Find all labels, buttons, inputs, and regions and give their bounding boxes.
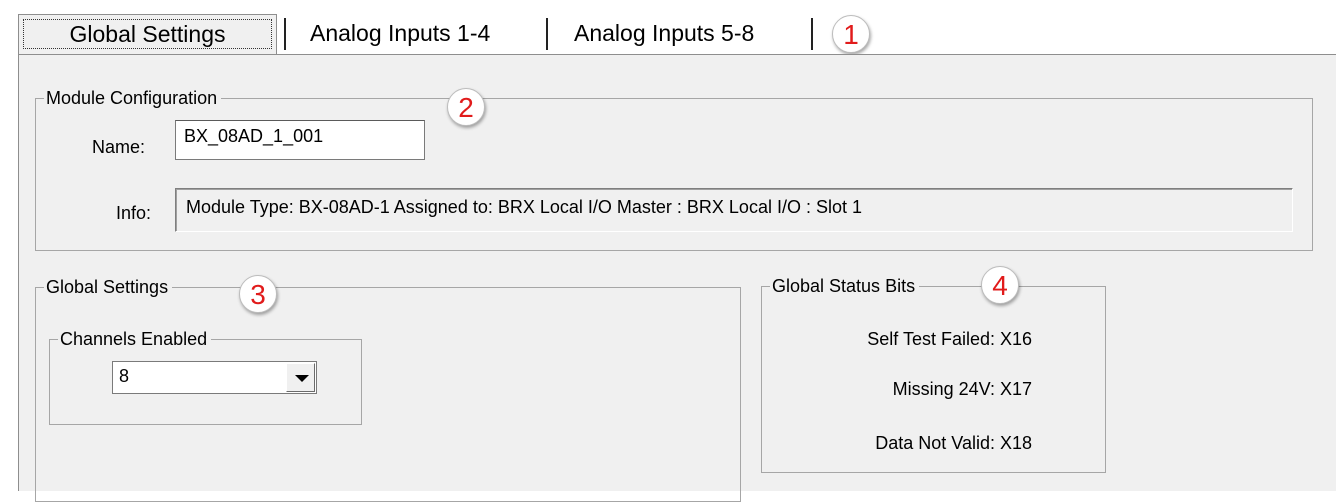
module-configuration-title: Module Configuration <box>44 87 222 109</box>
callout-1: 1 <box>832 15 870 53</box>
callout-2: 2 <box>447 88 485 126</box>
self-test-failed-label: Self Test Failed: <box>867 329 995 349</box>
data-not-valid-label: Data Not Valid: <box>875 433 995 453</box>
tab-separator <box>284 18 286 50</box>
module-configuration-group: Module Configuration Name: BX_08AD_1_001… <box>35 87 1313 251</box>
global-status-bits-title: Global Status Bits <box>770 275 920 297</box>
global-settings-title: Global Settings <box>44 276 173 298</box>
self-test-failed-value: X16 <box>1000 329 1033 349</box>
global-status-bits-group: Global Status Bits Self Test Failed: X16… <box>761 275 1106 473</box>
tab-analog-inputs-5-8[interactable]: Analog Inputs 5-8 <box>562 14 812 54</box>
channels-enabled-title: Channels Enabled <box>58 328 212 350</box>
info-label: Info: <box>116 203 152 223</box>
callout-3: 3 <box>239 275 277 313</box>
tab-separator <box>546 18 548 50</box>
tab-global-settings[interactable]: Global Settings <box>18 14 277 54</box>
info-field: Module Type: BX-08AD-1 Assigned to: BRX … <box>175 188 1293 232</box>
tab-analog-inputs-1-4[interactable]: Analog Inputs 1-4 <box>298 14 534 54</box>
chevron-down-icon <box>295 375 309 382</box>
channels-enabled-value: 8 <box>119 366 130 386</box>
missing-24v-label: Missing 24V: <box>892 379 995 399</box>
callout-4: 4 <box>981 266 1019 304</box>
tab-separator <box>811 18 813 50</box>
tab-panel: Module Configuration Name: BX_08AD_1_001… <box>18 54 1336 502</box>
name-label: Name: <box>92 137 146 157</box>
global-settings-group: Global Settings Channels Enabled 8 <box>35 276 741 502</box>
missing-24v-value: X17 <box>1000 379 1033 399</box>
data-not-valid-value: X18 <box>1000 433 1033 453</box>
channels-enabled-group: Channels Enabled 8 <box>49 328 362 425</box>
name-field[interactable]: BX_08AD_1_001 <box>175 120 425 160</box>
channels-enabled-select[interactable]: 8 <box>112 361 317 394</box>
dropdown-button[interactable] <box>286 363 315 392</box>
tab-bar: Global Settings Analog Inputs 1-4 Analog… <box>0 0 1336 62</box>
